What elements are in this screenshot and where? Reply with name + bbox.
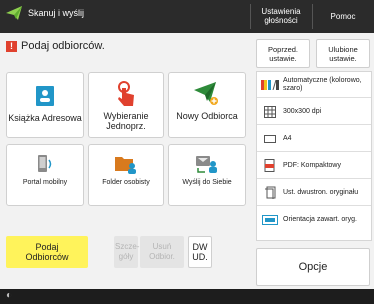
mobile-portal-button[interactable]: Portal mobilny	[6, 144, 84, 206]
details-label: Szcze-góły	[115, 242, 140, 261]
options-label: Opcje	[298, 261, 328, 273]
delete-recipient-label: Usuń Odbior.	[149, 242, 175, 261]
cc-bcc-button[interactable]: DW UD.	[188, 236, 212, 268]
new-recipient-plane-icon	[194, 82, 218, 105]
address-book-button[interactable]: Książka Adresowa	[6, 72, 84, 138]
duplex-original-value: Ust. dwustron. oryginału	[283, 188, 359, 196]
address-book-label: Książka Adresowa	[8, 113, 82, 123]
settings-panel: Automatyczne (kolorowo, szaro) 300x300 d…	[256, 71, 372, 241]
orientation-setting[interactable]: Orientacja zawart. oryg.	[257, 207, 371, 233]
duplex-original-icon	[257, 186, 283, 200]
one-touch-hand-icon	[118, 81, 134, 106]
file-format-icon	[257, 158, 283, 173]
resolution-value: 300x300 dpi	[283, 107, 322, 115]
color-mode-icon	[257, 79, 283, 90]
color-mode-setting[interactable]: Automatyczne (kolorowo, szaro)	[257, 72, 371, 98]
page-heading: ! Podaj odbiorców.	[6, 40, 105, 52]
orientation-icon	[257, 215, 283, 225]
status-indicator-icon: ◐	[6, 290, 13, 301]
paper-size-setting[interactable]: A4	[257, 126, 371, 152]
address-book-icon	[36, 86, 54, 106]
favorite-settings-label: Ulubione ustawie.	[328, 44, 358, 63]
mobile-portal-label: Portal mobilny	[22, 179, 68, 186]
paper-size-value: A4	[283, 134, 292, 142]
cc-bcc-label: DW UD.	[192, 242, 208, 262]
warning-icon: !	[6, 40, 17, 52]
new-recipient-button[interactable]: Nowy Odbiorca	[168, 72, 246, 138]
send-to-myself-label: Wyślij do Siebie	[182, 179, 232, 186]
page-title: Podaj odbiorców.	[21, 40, 105, 52]
personal-folder-icon	[115, 157, 136, 174]
file-format-setting[interactable]: PDF: Kompaktowy	[257, 153, 371, 179]
previous-settings-label: Poprzed. ustawie.	[267, 44, 299, 63]
one-touch-label: Wybieranie Jednoprz.	[103, 111, 149, 131]
specify-recipients-button[interactable]: Podaj Odbiorców	[6, 236, 88, 268]
color-mode-value: Automatyczne (kolorowo, szaro)	[283, 76, 362, 92]
one-touch-button[interactable]: Wybieranie Jednoprz.	[88, 72, 164, 138]
delete-recipient-button[interactable]: Usuń Odbior.	[140, 236, 184, 268]
favorite-settings-button[interactable]: Ulubione ustawie.	[316, 39, 370, 68]
file-format-value: PDF: Kompaktowy	[283, 161, 341, 169]
send-to-myself-icon	[196, 156, 217, 173]
mobile-portal-icon	[38, 155, 52, 172]
status-bar: ◐	[0, 289, 374, 304]
resolution-setting[interactable]: 300x300 dpi	[257, 99, 371, 125]
orientation-value: Orientacja zawart. oryg.	[283, 216, 357, 223]
resolution-icon	[257, 105, 283, 118]
scan-and-send-icon	[6, 6, 22, 20]
specify-recipients-label: Podaj Odbiorców	[25, 242, 69, 262]
volume-settings-button[interactable]: Ustawienia głośności	[252, 3, 310, 29]
personal-folder-label: Folder osobisty	[102, 179, 150, 186]
details-button[interactable]: Szcze-góły	[114, 236, 140, 268]
help-button[interactable]: Pomoc	[314, 3, 372, 29]
help-label: Pomoc	[330, 11, 356, 21]
duplex-original-setting[interactable]: Ust. dwustron. oryginału	[257, 180, 371, 206]
personal-folder-button[interactable]: Folder osobisty	[88, 144, 164, 206]
recipient-tiles: Książka Adresowa Wybieranie Jednoprz. No…	[6, 72, 246, 210]
app-title-label: Skanuj i wyślij	[28, 8, 85, 18]
new-recipient-label: Nowy Odbiorca	[176, 111, 238, 121]
previous-settings-button[interactable]: Poprzed. ustawie.	[256, 39, 310, 68]
send-to-myself-button[interactable]: Wyślij do Siebie	[168, 144, 246, 206]
options-button[interactable]: Opcje	[256, 248, 370, 286]
app-title: Skanuj i wyślij	[6, 6, 84, 20]
volume-settings-label: Ustawienia głośności	[261, 7, 301, 25]
paper-size-icon	[257, 134, 283, 144]
divider	[312, 4, 313, 29]
top-bar: Skanuj i wyślij Ustawienia głośności Pom…	[0, 0, 374, 33]
divider	[250, 4, 251, 29]
